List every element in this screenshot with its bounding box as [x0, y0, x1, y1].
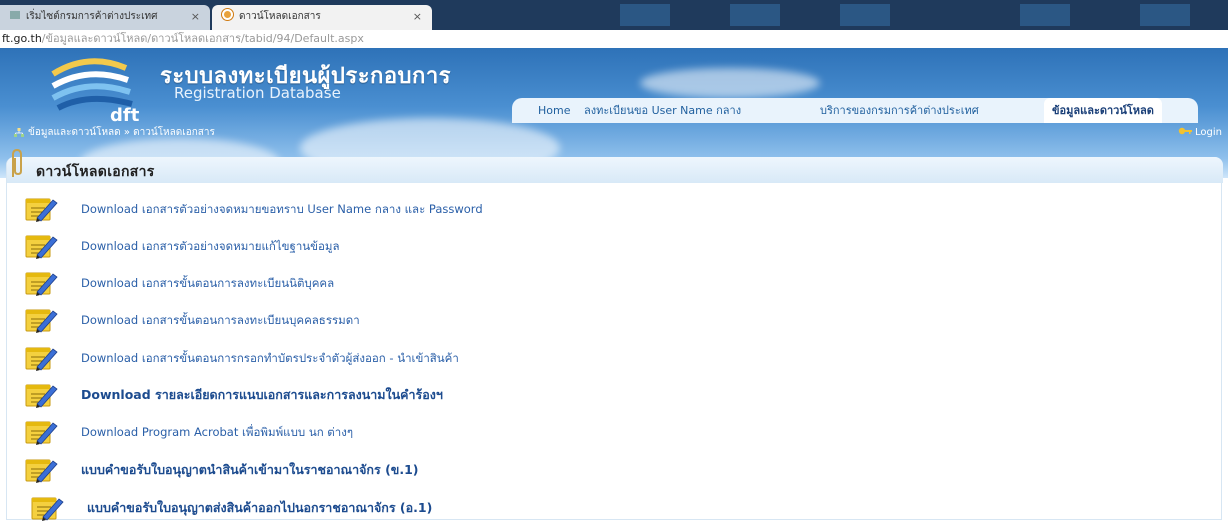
document-row: Download เอกสารขั้นตอนการลงทะเบียนบุคคลธ…	[7, 305, 1107, 335]
edit-note-icon[interactable]	[23, 305, 59, 335]
background-window-thumbnail	[840, 4, 890, 26]
site-favicon-icon	[222, 9, 233, 20]
document-download-link[interactable]: Download เอกสารขั้นตอนการลงทะเบียนนิติบุ…	[81, 275, 334, 293]
document-row: Download เอกสารตัวอย่างจดหมายขอทราบ User…	[7, 194, 1107, 224]
url-host: ft.go.th	[2, 32, 42, 45]
breadcrumb-bar: ข้อมูลและดาวน์โหลด » ดาวน์โหลดเอกสาร Log…	[0, 123, 1228, 143]
sitemap-icon	[14, 128, 24, 137]
dft-logo: dft	[51, 58, 140, 124]
document-download-link[interactable]: แบบคำขอรับใบอนุญาตนำสินค้าเข้ามาในราชอาณ…	[81, 460, 418, 480]
panel-header: ดาวน์โหลดเอกสาร	[7, 149, 1223, 183]
document-download-link[interactable]: Download เอกสารตัวอย่างจดหมายขอทราบ User…	[81, 201, 483, 219]
paperclip-icon	[12, 149, 22, 177]
background-window-thumbnail	[1140, 4, 1190, 26]
edit-note-icon[interactable]	[23, 268, 59, 298]
document-download-link[interactable]: Download Program Acrobat เพื่อพิมพ์แบบ น…	[81, 424, 353, 442]
background-window-thumbnail	[1020, 4, 1070, 26]
edit-note-icon[interactable]	[23, 343, 59, 373]
nav-info-download[interactable]: ข้อมูลและดาวน์โหลด	[1044, 98, 1162, 123]
background-window-thumbnail	[730, 4, 780, 26]
document-download-link[interactable]: Download เอกสารตัวอย่างจดหมายแก้ไขฐานข้อ…	[81, 238, 340, 256]
login-link[interactable]: Login	[1178, 123, 1222, 143]
document-row: Download รายละเอียดการแนบเอกสารและการลงน…	[7, 380, 1107, 410]
logo-text: dft	[110, 105, 140, 124]
close-tab-icon[interactable]: ×	[413, 5, 422, 28]
document-row: Download เอกสารขั้นตอนการลงทะเบียนนิติบุ…	[7, 268, 1107, 298]
edit-note-icon[interactable]	[23, 455, 59, 485]
browser-tabstrip: เริ่มไซต์กรมการค้าต่างประเทศ × ดาวน์โหลด…	[0, 0, 1228, 30]
document-download-link[interactable]: Download เอกสารขั้นตอนการลงทะเบียนบุคคลธ…	[81, 312, 360, 330]
login-label: Login	[1195, 127, 1222, 138]
edit-note-icon[interactable]	[29, 493, 65, 523]
document-download-link[interactable]: Download รายละเอียดการแนบเอกสารและการลงน…	[81, 385, 443, 405]
download-panel: ดาวน์โหลดเอกสาร Download เอกสารตัวอย่างจ…	[6, 149, 1223, 523]
edit-note-icon[interactable]	[23, 417, 59, 447]
panel-title: ดาวน์โหลดเอกสาร	[36, 164, 155, 180]
tab-title: เริ่มไซต์กรมการค้าต่างประเทศ	[26, 11, 158, 22]
document-download-link[interactable]: Download เอกสารขั้นตอนการกรอกทำบัตรประจำ…	[81, 350, 459, 368]
document-row: Download เอกสารขั้นตอนการกรอกทำบัตรประจำ…	[7, 343, 1107, 373]
background-window-thumbnail	[620, 4, 670, 26]
edit-note-icon[interactable]	[23, 380, 59, 410]
key-icon	[1178, 127, 1193, 135]
nav-register-username[interactable]: ลงทะเบียนขอ User Name กลาง	[584, 98, 741, 123]
cloud-decoration	[640, 68, 820, 98]
page-favicon-icon	[10, 11, 20, 19]
document-row: Download เอกสารตัวอย่างจดหมายแก้ไขฐานข้อ…	[7, 231, 1107, 261]
edit-note-icon[interactable]	[23, 231, 59, 261]
nav-dft-services[interactable]: บริการของกรมการค้าต่างประเทศ	[820, 98, 979, 123]
edit-note-icon[interactable]	[23, 194, 59, 224]
site-subtitle: Registration Database	[174, 84, 341, 102]
url-path: /ข้อมูลและดาวน์โหลด/ดาวน์โหลดเอกสาร/tabi…	[41, 32, 364, 45]
breadcrumb[interactable]: ข้อมูลและดาวน์โหลด » ดาวน์โหลดเอกสาร	[28, 123, 215, 143]
tab-title: ดาวน์โหลดเอกสาร	[239, 11, 321, 22]
document-row: แบบคำขอรับใบอนุญาตนำสินค้าเข้ามาในราชอาณ…	[7, 455, 1107, 485]
close-tab-icon[interactable]: ×	[191, 5, 200, 28]
main-nav: Home ลงทะเบียนขอ User Name กลาง บริการขอ…	[512, 98, 1198, 123]
browser-tab-active[interactable]: ดาวน์โหลดเอกสาร ×	[212, 5, 432, 30]
document-row: Download Program Acrobat เพื่อพิมพ์แบบ น…	[7, 417, 1107, 447]
nav-home[interactable]: Home	[538, 98, 570, 123]
browser-tab[interactable]: เริ่มไซต์กรมการค้าต่างประเทศ ×	[0, 5, 210, 30]
document-row: แบบคำขอรับใบอนุญาตส่งสินค้าออกไปนอกราชอา…	[7, 493, 1107, 523]
address-bar[interactable]: ft.go.th/ข้อมูลและดาวน์โหลด/ดาวน์โหลดเอก…	[0, 30, 1228, 48]
document-download-link[interactable]: แบบคำขอรับใบอนุญาตส่งสินค้าออกไปนอกราชอา…	[87, 498, 432, 518]
